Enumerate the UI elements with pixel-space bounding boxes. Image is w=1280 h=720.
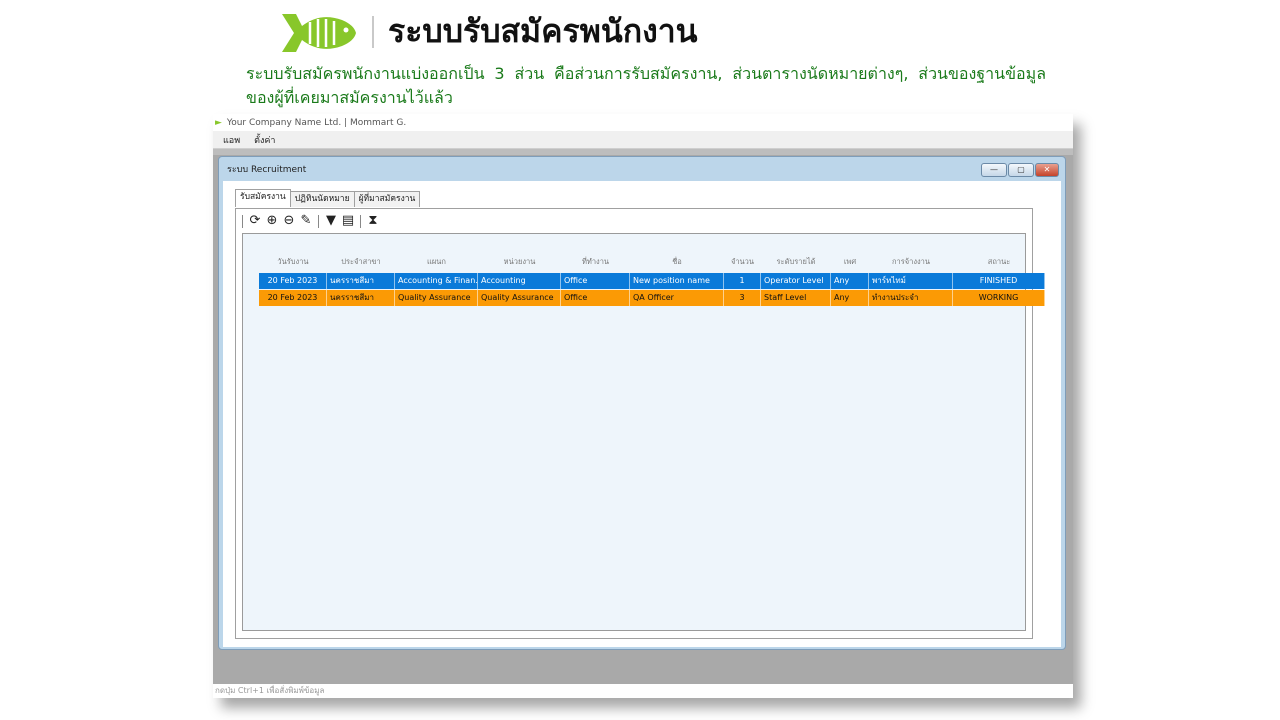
- table-cell: 1: [724, 273, 761, 289]
- grid-header: วันรับงาน ประจำสาขา แผนก หน่วยงาน ที่ทำง…: [259, 256, 1045, 268]
- tab-panel: ⟳ ⊕ ⊖ ✎ ▼ ▤ ⧗ วันรับงาน ประจำสาขา แผนก ห: [235, 208, 1045, 639]
- status-cell: WORKING: [953, 290, 1045, 306]
- excel-export-icon[interactable]: ▤: [341, 214, 355, 228]
- table-cell: ทำงานประจำ: [869, 290, 953, 306]
- table-cell: พาร์ทไทม์: [869, 273, 953, 289]
- tab-calendar[interactable]: ปฏิทินนัดหมาย: [289, 191, 355, 207]
- tab-recruitment[interactable]: รับสมัครงาน: [235, 189, 291, 207]
- table-cell: Any: [831, 290, 869, 306]
- column-header[interactable]: ชื่อ: [630, 256, 724, 268]
- table-cell: นครราชสีมา: [327, 273, 395, 289]
- menu-app[interactable]: แอพ: [223, 133, 240, 147]
- tab-strip: รับสมัครงาน ปฏิทินนัดหมาย ผู้ที่มาสมัครง…: [235, 189, 421, 207]
- fish-logo-icon: [282, 14, 356, 52]
- remove-icon[interactable]: ⊖: [282, 214, 296, 228]
- table-cell: Any: [831, 273, 869, 289]
- table-cell: New position name: [630, 273, 724, 289]
- table-cell: 3: [724, 290, 761, 306]
- table-cell: Accounting: [478, 273, 561, 289]
- table-cell: Operator Level: [761, 273, 831, 289]
- app-titlebar: ► Your Company Name Ltd. | Mommart G.: [213, 114, 1073, 131]
- column-header[interactable]: สถานะ: [953, 256, 1045, 268]
- close-button[interactable]: ✕: [1035, 163, 1059, 177]
- menu-settings[interactable]: ตั้งค่า: [254, 133, 275, 147]
- slide-description: ระบบรับสมัครพนักงานแบ่งออกเป็น 3 ส่วน คื…: [246, 64, 1046, 107]
- table-cell: QA Officer: [630, 290, 724, 306]
- title-separator: [372, 16, 374, 48]
- toolbar-separator: [360, 214, 361, 228]
- column-header[interactable]: ที่ทำงาน: [561, 256, 630, 268]
- job-grid: วันรับงาน ประจำสาขา แผนก หน่วยงาน ที่ทำง…: [242, 233, 1045, 631]
- recruitment-body: รับสมัครงาน ปฏิทินนัดหมาย ผู้ที่มาสมัครง…: [223, 181, 1061, 647]
- table-cell: Quality Assurance: [478, 290, 561, 306]
- edit-icon[interactable]: ✎: [299, 214, 313, 228]
- table-cell: Office: [561, 290, 630, 306]
- column-header[interactable]: เพศ: [831, 256, 869, 268]
- table-cell: นครราชสีมา: [327, 290, 395, 306]
- column-header[interactable]: การจ้างงาน: [869, 256, 953, 268]
- table-cell: 20 Feb 2023: [259, 290, 327, 306]
- add-icon[interactable]: ⊕: [265, 214, 279, 228]
- toolbar: ⟳ ⊕ ⊖ ✎ ▼ ▤ ⧗: [240, 213, 380, 229]
- table-row[interactable]: 20 Feb 2023 นครราชสีมา Quality Assurance…: [259, 290, 1045, 306]
- table-cell: Accounting & Finan...: [395, 273, 478, 289]
- table-cell: Staff Level: [761, 290, 831, 306]
- column-header[interactable]: ประจำสาขา: [327, 256, 395, 268]
- table-cell: Office: [561, 273, 630, 289]
- toolbar-separator: [242, 214, 243, 228]
- table-cell: Quality Assurance: [395, 290, 478, 306]
- hourglass-icon[interactable]: ⧗: [366, 214, 380, 228]
- menubar: แอพ ตั้งค่า: [213, 131, 1073, 149]
- app-window: ► Your Company Name Ltd. | Mommart G. แอ…: [213, 114, 1073, 698]
- recruitment-titlebar[interactable]: ระบบ Recruitment — ▢ ✕: [219, 157, 1065, 181]
- tab-applicants[interactable]: ผู้ที่มาสมัครงาน: [353, 191, 421, 207]
- app-fish-icon: ►: [215, 117, 222, 128]
- column-header[interactable]: วันรับงาน: [259, 256, 327, 268]
- status-bar: กดปุ่ม Ctrl+1 เพื่อสั่งพิมพ์ข้อมูล: [213, 684, 1073, 698]
- status-cell: FINISHED: [953, 273, 1045, 289]
- minimize-button[interactable]: —: [981, 163, 1007, 177]
- recruitment-window: ระบบ Recruitment — ▢ ✕ รับสมัครงาน ปฏิทิ…: [218, 156, 1066, 650]
- toolbar-separator: [318, 214, 319, 228]
- column-header[interactable]: หน่วยงาน: [478, 256, 561, 268]
- column-header[interactable]: จำนวน: [724, 256, 761, 268]
- window-controls: — ▢ ✕: [981, 163, 1059, 177]
- maximize-button[interactable]: ▢: [1008, 163, 1034, 177]
- table-cell: 20 Feb 2023: [259, 273, 327, 289]
- recruitment-window-title: ระบบ Recruitment: [227, 165, 307, 175]
- mdi-area: [213, 149, 1073, 155]
- filter-icon[interactable]: ▼: [324, 214, 338, 228]
- app-title: Your Company Name Ltd. | Mommart G.: [226, 117, 407, 128]
- table-row[interactable]: 20 Feb 2023 นครราชสีมา Accounting & Fina…: [259, 273, 1045, 289]
- refresh-icon[interactable]: ⟳: [248, 214, 262, 228]
- slide-title: ระบบรับสมัครพนักงาน: [388, 12, 698, 50]
- column-header[interactable]: แผนก: [395, 256, 478, 268]
- column-header[interactable]: ระดับรายได้: [761, 256, 831, 268]
